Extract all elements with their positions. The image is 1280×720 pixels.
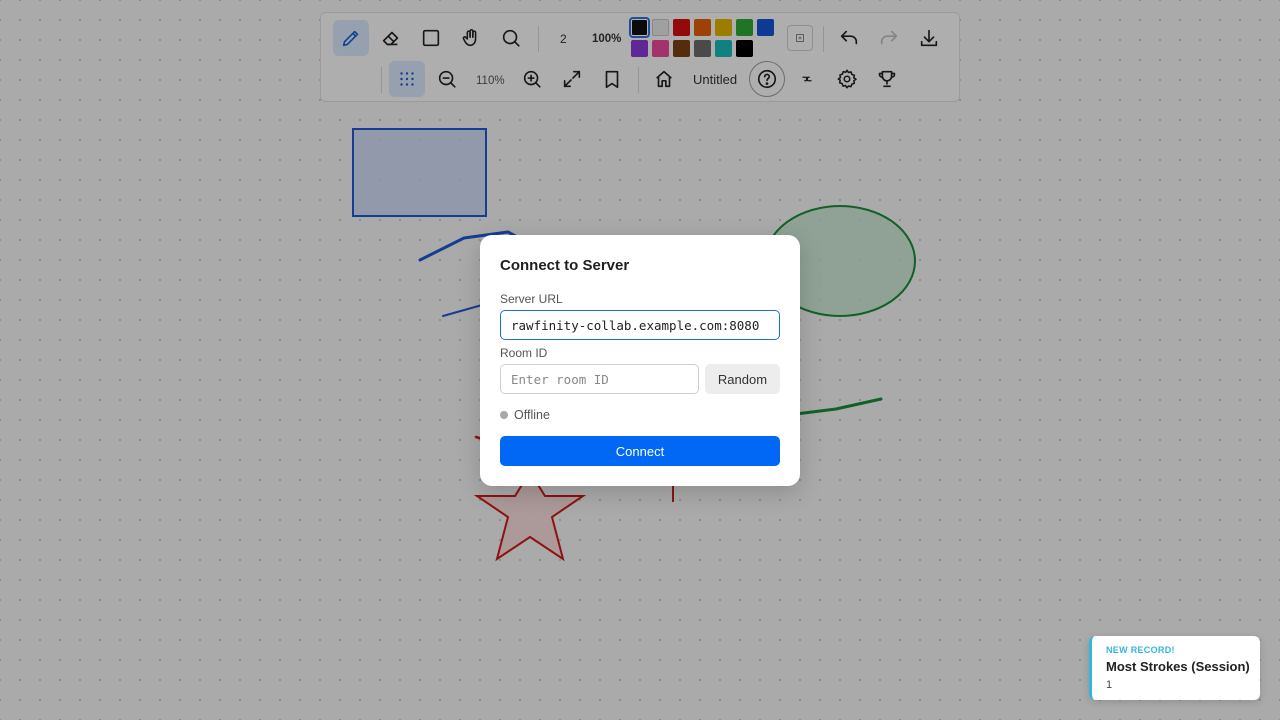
status-indicator-icon — [500, 411, 508, 419]
toast-title: Most Strokes (Session) — [1106, 659, 1250, 674]
record-toast: NEW RECORD! Most Strokes (Session) 1 — [1089, 636, 1260, 700]
server-url-input[interactable] — [500, 310, 780, 340]
server-url-label: Server URL — [500, 292, 563, 306]
random-room-button[interactable]: Random — [705, 364, 780, 394]
toast-kicker: NEW RECORD! — [1106, 645, 1175, 655]
room-id-label: Room ID — [500, 346, 548, 360]
toast-value: 1 — [1106, 679, 1113, 691]
connection-status: Offline — [514, 408, 550, 422]
connect-dialog: Connect to Server Server URL Room ID Ran… — [480, 235, 800, 486]
connect-button[interactable]: Connect — [500, 436, 780, 466]
dialog-title: Connect to Server — [500, 257, 630, 274]
room-id-input[interactable] — [500, 364, 699, 394]
